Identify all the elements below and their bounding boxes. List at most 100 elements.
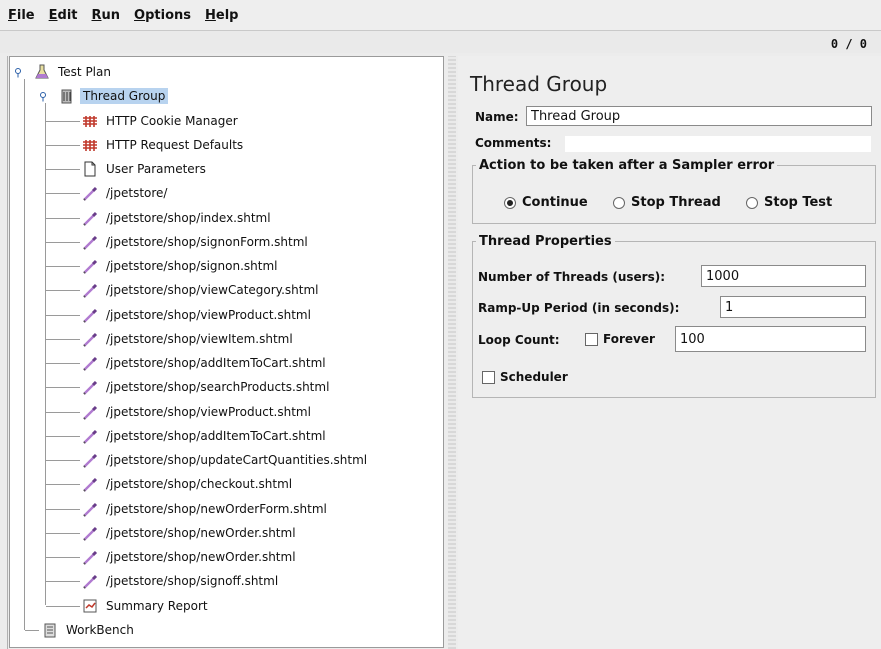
radio-icon	[613, 196, 625, 209]
pipette-icon	[81, 209, 99, 227]
stop-thread-label: Stop Thread	[631, 195, 721, 210]
tree-item-row[interactable]: /jpetstore/shop/addItemToCart.shtml	[81, 425, 329, 447]
tree-item-label: /jpetstore/shop/checkout.shtml	[106, 477, 293, 492]
status-bar: 0 / 0	[0, 31, 881, 53]
tree-item-label: /jpetstore/shop/viewCategory.shtml	[106, 283, 319, 298]
name-field[interactable]: Thread Group	[526, 106, 872, 126]
tree-connector	[46, 144, 80, 146]
tree-connector	[45, 103, 46, 605]
tree-item-row[interactable]: User Parameters	[81, 158, 209, 180]
tree-connector	[25, 629, 39, 631]
tree-connector	[46, 484, 80, 486]
menu-run[interactable]: Run	[92, 8, 121, 23]
forever-label: Forever	[603, 332, 655, 346]
rampup-field[interactable]: 1	[720, 296, 866, 318]
test-plan-expand-icon[interactable]	[15, 67, 25, 78]
scheduler-label: Scheduler	[500, 370, 568, 384]
tree-item-row[interactable]: Summary Report	[81, 595, 211, 617]
tree-item-label: /jpetstore/shop/index.shtml	[106, 210, 271, 225]
thread-group-row[interactable]: Thread Group	[58, 85, 169, 107]
loop-count-field[interactable]: 100	[675, 326, 866, 352]
tree-item-row[interactable]: /jpetstore/shop/signon.shtml	[81, 255, 281, 277]
stop-test-radio[interactable]: Stop Test	[746, 195, 832, 210]
comments-label: Comments:	[475, 136, 552, 150]
stop-thread-radio[interactable]: Stop Thread	[613, 195, 721, 210]
tree-connector	[46, 193, 80, 195]
test-plan-row[interactable]: Test Plan	[33, 61, 114, 83]
stop-test-label: Stop Test	[764, 195, 833, 210]
menu-file[interactable]: File	[8, 8, 35, 23]
tree-item-row[interactable]: /jpetstore/shop/viewCategory.shtml	[81, 279, 321, 301]
tree-item-row[interactable]: /jpetstore/shop/signonForm.shtml	[81, 231, 311, 253]
tree-item-row[interactable]: /jpetstore/shop/signoff.shtml	[81, 570, 281, 592]
pipette-icon	[81, 184, 99, 202]
tree-item-label: Summary Report	[106, 598, 208, 613]
tree-item-row[interactable]: /jpetstore/shop/newOrderForm.shtml	[81, 498, 330, 520]
tree-item-label: HTTP Request Defaults	[106, 137, 244, 152]
tree-connector	[46, 120, 80, 122]
tree-item-row[interactable]: /jpetstore/shop/searchProducts.shtml	[81, 376, 332, 398]
tree-item-label: /jpetstore/shop/newOrder.shtml	[106, 550, 296, 564]
tree-connector	[46, 605, 80, 607]
pipette-icon	[81, 548, 99, 566]
tree-item-row[interactable]: /jpetstore/shop/index.shtml	[81, 207, 274, 229]
threads-field[interactable]: 1000	[701, 265, 866, 287]
tree-item-row[interactable]: /jpetstore/shop/viewProduct.shtml	[81, 401, 314, 423]
tree-connector	[46, 581, 80, 583]
pipette-icon	[81, 306, 99, 324]
tree-item-row[interactable]: HTTP Cookie Manager	[81, 110, 241, 132]
pipette-icon	[81, 354, 99, 372]
tree-item-row[interactable]: /jpetstore/shop/updateCartQuantities.sht…	[81, 449, 370, 471]
pipette-icon	[81, 330, 99, 348]
continue-label: Continue	[522, 195, 588, 210]
tree-item-row[interactable]: /jpetstore/	[81, 182, 170, 204]
document-icon	[81, 160, 99, 178]
tree-item-label: /jpetstore/shop/newOrderForm.shtml	[106, 501, 327, 516]
threads-icon	[58, 87, 76, 105]
tree-item-label: /jpetstore/shop/signoff.shtml	[106, 574, 279, 589]
tree-connector	[24, 79, 25, 630]
continue-radio[interactable]: Continue	[504, 195, 588, 210]
split-pane-divider[interactable]	[448, 56, 456, 649]
tree-connector	[46, 363, 80, 364]
menu-edit[interactable]: Edit	[49, 8, 78, 23]
tree-item-row[interactable]: /jpetstore/shop/newOrder.shtml	[81, 546, 299, 568]
left-edge	[7, 56, 8, 649]
tree-item-row[interactable]: /jpetstore/shop/viewProduct.shtml	[81, 304, 314, 326]
test-plan-tree: Test Plan Thread Group HTTP Cookie Manager…	[9, 56, 444, 648]
tree-item-row[interactable]: /jpetstore/shop/newOrder.shtml	[81, 522, 299, 544]
radio-selected-icon	[504, 196, 516, 209]
comments-field[interactable]	[564, 135, 872, 153]
tree-item-label: /jpetstore/	[106, 186, 168, 201]
tree-item-label: HTTP Cookie Manager	[106, 113, 238, 128]
sampler-error-legend: Action to be taken after a Sampler error	[479, 158, 775, 173]
tree-item-label: /jpetstore/shop/addItemToCart.shtml	[106, 428, 326, 443]
scheduler-checkbox[interactable]: Scheduler	[482, 370, 568, 384]
menu-options[interactable]: Options	[134, 8, 191, 23]
tree-item-row[interactable]: HTTP Request Defaults	[81, 134, 246, 156]
thread-group-expand-icon[interactable]	[40, 91, 50, 102]
tree-item-row[interactable]: /jpetstore/shop/checkout.shtml	[81, 473, 295, 495]
tree-item-label: /jpetstore/shop/viewItem.shtml	[106, 331, 293, 346]
menu-help[interactable]: Help	[205, 8, 238, 23]
config-icon	[81, 136, 99, 154]
tree-item-row[interactable]: /jpetstore/shop/addItemToCart.shtml	[81, 352, 329, 374]
pipette-icon	[81, 257, 99, 275]
checkbox-icon	[585, 333, 598, 346]
tree-item-label: /jpetstore/shop/signon.shtml	[106, 259, 278, 273]
forever-checkbox[interactable]: Forever	[585, 332, 655, 346]
tree-connector	[46, 387, 80, 389]
tree-item-label: /jpetstore/shop/updateCartQuantities.sht…	[106, 453, 368, 467]
tree-item-row[interactable]: /jpetstore/shop/viewItem.shtml	[81, 328, 296, 350]
name-label: Name:	[475, 110, 519, 124]
tree-connector	[46, 435, 80, 437]
loop-count-label: Loop Count:	[478, 333, 560, 347]
pipette-icon	[81, 524, 99, 542]
pipette-icon	[81, 500, 99, 518]
pipette-icon	[81, 451, 99, 469]
checkbox-icon	[482, 371, 495, 384]
workbench-icon	[41, 621, 59, 639]
tree-item-label: /jpetstore/shop/viewProduct.shtml	[106, 404, 311, 419]
workbench-row[interactable]: WorkBench	[41, 619, 137, 641]
tree-connector	[46, 314, 80, 316]
